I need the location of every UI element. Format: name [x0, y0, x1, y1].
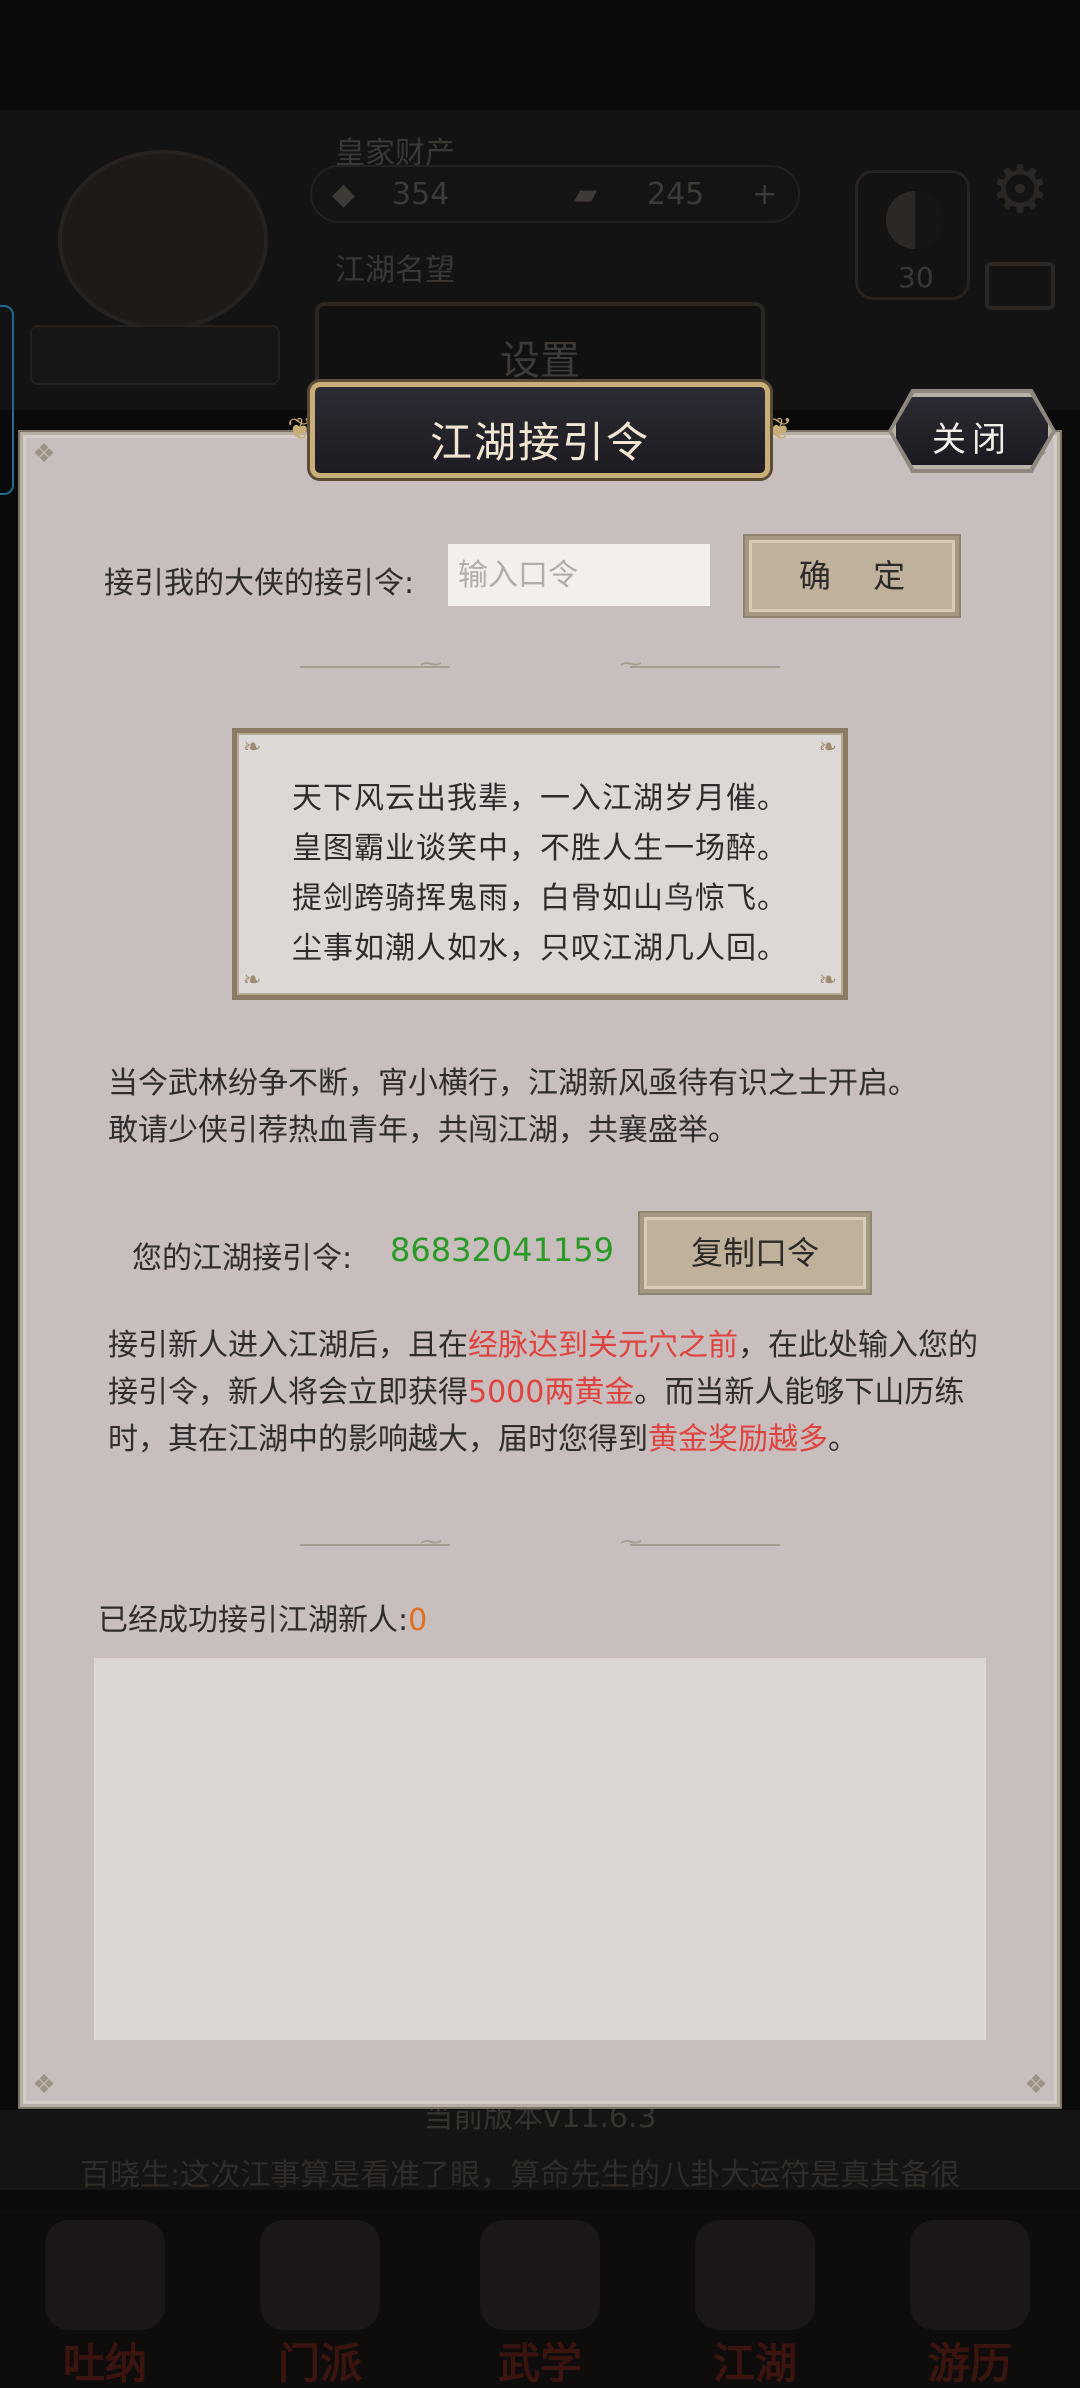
success-label: 已经成功接引江湖新人:	[98, 1603, 409, 1638]
intro-line: 敢请少侠引荐热血青年，共闯江湖，共襄盛举。	[108, 1113, 738, 1148]
bg-nav-item: 吐纳	[20, 2220, 190, 2388]
bg-bottom-nav: 吐纳 门派 武学 江湖 游历	[0, 2210, 1080, 2388]
bg-settings-title: 设置	[500, 338, 580, 384]
bg-plus-icon: +	[752, 177, 778, 212]
close-button-label: 关闭	[932, 420, 1012, 460]
bg-nav-item: 游历	[885, 2220, 1055, 2388]
corner-ornament-icon: ❧	[243, 968, 262, 993]
bg-settings-header: 设置	[315, 302, 765, 394]
rules-text: 接引新人进入江湖后，且在	[108, 1328, 468, 1363]
bg-name-plate	[30, 325, 280, 385]
rules-highlight: 5000两黄金	[468, 1375, 635, 1410]
nav-label: 江湖	[712, 2339, 797, 2388]
success-count-row: 已经成功接引江湖新人:0	[98, 1595, 427, 1639]
nav-label: 武学	[497, 2339, 582, 2388]
dialog-title-plate: 江湖接引令	[310, 382, 770, 478]
bg-yinyang-value: 30	[898, 261, 934, 294]
corner-ornament-icon: ❧	[243, 735, 262, 760]
rules-text: 。	[828, 1422, 858, 1457]
copy-code-button[interactable]: 复制口令	[640, 1213, 870, 1293]
nav-icon	[45, 2220, 165, 2330]
gold-icon: ◆	[332, 177, 356, 212]
invite-code-input[interactable]	[448, 544, 710, 606]
poem-line: 尘事如潮人如水，只叹江湖几人回。	[292, 931, 788, 966]
nav-icon	[480, 2220, 600, 2330]
poem-line: 天下风云出我辈，一入江湖岁月催。	[292, 781, 788, 816]
bg-news-ticker: 百晓生:这次江事算是看准了眼，算命先生的八卦大运符是真其备很	[80, 2158, 961, 2193]
my-code-value: 86832041159	[390, 1231, 614, 1269]
my-code-label: 您的江湖接引令:	[132, 1241, 353, 1276]
nav-label: 游历	[927, 2339, 1012, 2388]
rules-highlight: 黄金奖励越多	[648, 1422, 828, 1457]
corner-ornament-icon: ❧	[818, 968, 837, 993]
nav-label: 吐纳	[62, 2339, 147, 2388]
rules-highlight: 经脉达到关元穴之前	[468, 1328, 738, 1363]
mail-icon	[985, 262, 1055, 310]
poem-line: 皇图霸业谈笑中，不胜人生一场醉。	[292, 831, 788, 866]
bg-nav-item: 江湖	[670, 2220, 840, 2388]
bg-left-tab	[0, 305, 14, 495]
divider: ⁓ ⁓	[300, 1530, 780, 1555]
corner-ornament-icon: ❧	[818, 735, 837, 760]
gear-icon: ⚙	[990, 151, 1050, 228]
nav-label: 门派	[277, 2339, 362, 2388]
corner-ornament-icon: ❖	[32, 439, 56, 469]
yinyang-icon	[886, 191, 944, 249]
success-count: 0	[408, 1603, 428, 1638]
bg-nav-item: 武学	[455, 2220, 625, 2388]
poem-box: ❧ ❧ ❧ ❧ 天下风云出我辈，一入江湖岁月催。 皇图霸业谈笑中，不胜人生一场醉…	[232, 728, 848, 1000]
intro-line: 当今武林纷争不断，宵小横行，江湖新风亟待有识之士开启。	[108, 1066, 918, 1101]
nav-icon	[260, 2220, 380, 2330]
corner-ornament-icon: ❖	[1024, 2070, 1048, 2100]
dialog-title: 江湖接引令	[429, 418, 650, 467]
nav-icon	[910, 2220, 1030, 2330]
avatar	[58, 150, 268, 330]
bg-gold-value: 354	[392, 177, 450, 212]
invite-rules-text: 接引新人进入江湖后，且在经脉达到关元穴之前，在此处输入您的接引令，新人将会立即获…	[108, 1322, 988, 1463]
confirm-button[interactable]: 确 定	[745, 536, 959, 616]
close-button[interactable]: 关闭	[892, 393, 1052, 469]
bg-reputation-label: 江湖名望	[335, 253, 455, 288]
corner-ornament-icon: ❖	[32, 2070, 56, 2100]
poem-line: 提剑跨骑挥鬼雨，白骨如山鸟惊飞。	[292, 881, 788, 916]
divider: ⁓ ⁓	[300, 652, 780, 677]
jade-icon: ▰	[574, 177, 598, 212]
bg-jade-value: 245	[647, 177, 705, 212]
bg-yinyang-badge: 30	[855, 170, 970, 300]
nav-icon	[695, 2220, 815, 2330]
bg-resource-bar: ◆ 354 ▰ 245 +	[310, 165, 800, 223]
bg-nav-item: 门派	[235, 2220, 405, 2388]
invite-code-label: 接引我的大侠的接引令:	[104, 566, 415, 601]
invitee-list[interactable]	[94, 1658, 986, 2040]
